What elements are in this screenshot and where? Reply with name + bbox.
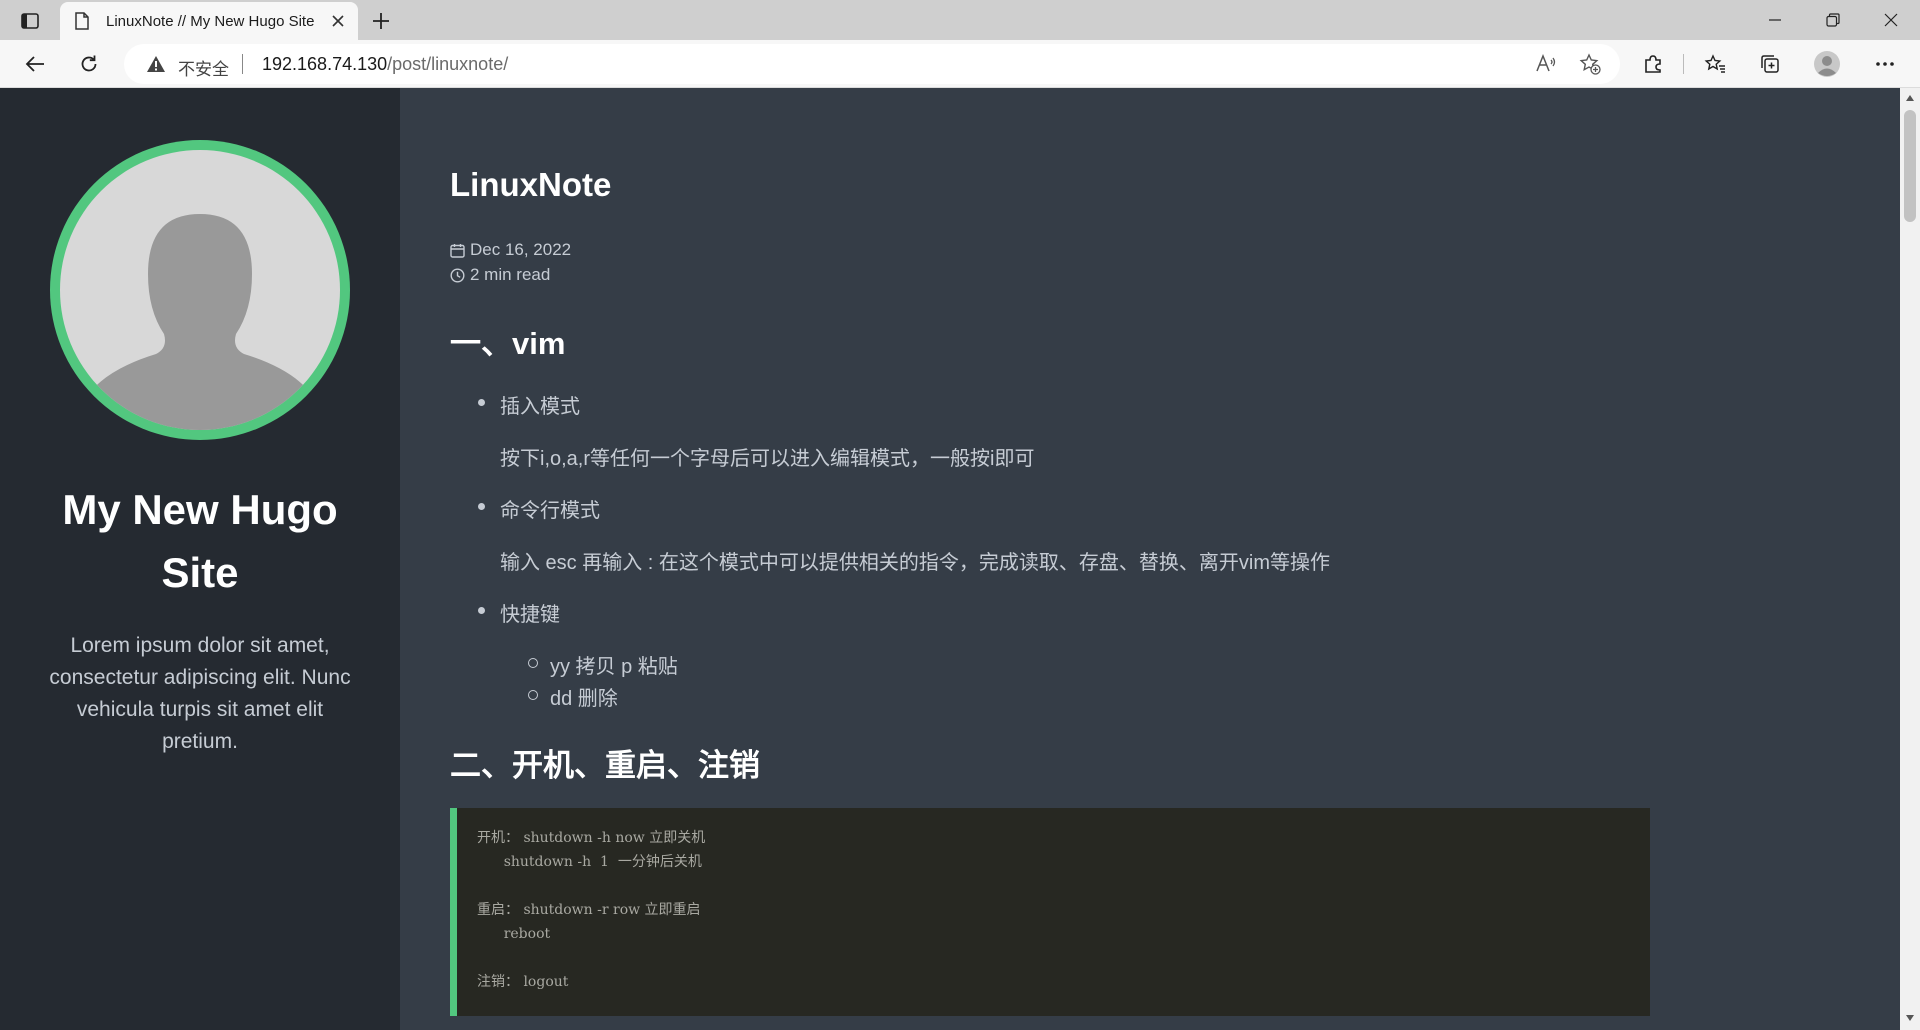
toolbar-divider xyxy=(1683,54,1684,74)
triangle-down-icon xyxy=(1906,1015,1914,1021)
restore-icon xyxy=(1826,13,1840,27)
browser-toolbar: 不安全 192.168.74.130/post/linuxnote/ xyxy=(0,40,1920,88)
tab-bar: LinuxNote // My New Hugo Site xyxy=(0,0,1920,40)
puzzle-icon xyxy=(1645,55,1661,73)
add-favorite-button[interactable] xyxy=(1574,49,1606,79)
restore-button[interactable] xyxy=(1804,0,1862,40)
refresh-button[interactable] xyxy=(72,48,106,80)
minimize-icon xyxy=(1769,19,1781,21)
profile-button[interactable] xyxy=(1810,48,1844,80)
site-description: Lorem ipsum dolor sit amet, consectetur … xyxy=(49,634,351,753)
read-aloud-icon xyxy=(1536,54,1556,72)
more-icon xyxy=(1876,62,1894,66)
url-text[interactable]: 192.168.74.130/post/linuxnote/ xyxy=(262,54,508,75)
refresh-icon xyxy=(81,55,97,72)
list-item-description: 按下i,o,a,r等任何一个字母后可以进入编辑模式，一般按i即可 xyxy=(500,448,1035,470)
collections-button[interactable] xyxy=(1753,48,1787,80)
avatar-placeholder-icon xyxy=(86,214,314,430)
insecure-label[interactable]: 不安全 xyxy=(178,55,229,80)
post-date: Dec 16, 2022 xyxy=(450,240,571,260)
scroll-thumb[interactable] xyxy=(1904,110,1916,222)
avatar-ring xyxy=(50,140,350,440)
post-content: LinuxNote Dec 16, 2022 2 min read 一、vim … xyxy=(400,88,1900,1030)
warning-icon[interactable] xyxy=(146,55,166,73)
tab-actions-icon xyxy=(21,13,39,29)
list-bullet xyxy=(478,399,485,406)
list-item-shortcuts: 快捷键 xyxy=(500,604,560,626)
extensions-button[interactable] xyxy=(1636,48,1670,80)
post-read-time: 2 min read xyxy=(450,265,550,285)
sublist-item: yy 拷贝 p 粘贴 xyxy=(550,656,678,678)
list-item-command-mode: 命令行模式 xyxy=(500,500,600,522)
site-title[interactable]: My New Hugo Site xyxy=(20,478,380,604)
sublist-bullet xyxy=(528,658,538,668)
sublist-item: dd 删除 xyxy=(550,688,618,710)
favorites-button[interactable] xyxy=(1698,48,1732,80)
favorites-icon xyxy=(1704,54,1725,73)
calendar-icon xyxy=(450,243,465,258)
list-item-insert-mode: 插入模式 xyxy=(500,396,580,418)
post-title: LinuxNote xyxy=(450,166,612,203)
arrow-left-icon xyxy=(25,56,44,72)
tab-title: LinuxNote // My New Hugo Site xyxy=(106,13,315,30)
minimize-button[interactable] xyxy=(1746,0,1804,40)
list-bullet xyxy=(478,503,485,510)
clock-icon xyxy=(450,267,465,283)
read-time-text: 2 min read xyxy=(470,265,551,284)
new-tab-button[interactable] xyxy=(366,6,396,36)
list-item-description: 输入 esc 再输入 : 在这个模式中可以提供相关的指令，完成读取、存盘、替换、… xyxy=(500,552,1331,574)
close-window-button[interactable] xyxy=(1862,0,1920,40)
star-add-icon xyxy=(1579,53,1601,75)
section-heading-power: 二、开机、重启、注销 xyxy=(450,748,760,783)
tab-actions-button[interactable] xyxy=(14,8,46,34)
url-path: /post/linuxnote/ xyxy=(387,54,509,74)
close-icon xyxy=(1884,13,1898,27)
back-button[interactable] xyxy=(18,48,52,80)
code-text: 开机： shutdown -h now 立即关机 shutdown -h 1 一… xyxy=(477,830,706,990)
scroll-up-button[interactable] xyxy=(1904,92,1916,104)
browser-tab[interactable]: LinuxNote // My New Hugo Site xyxy=(60,2,358,40)
tab-close-button[interactable] xyxy=(328,11,348,31)
code-block[interactable]: 开机： shutdown -h now 立即关机 shutdown -h 1 一… xyxy=(450,808,1650,1016)
triangle-up-icon xyxy=(1906,95,1914,101)
avatar[interactable] xyxy=(60,150,340,430)
url-host: 192.168.74.130 xyxy=(262,54,388,74)
profile-avatar-icon xyxy=(1814,51,1840,77)
list-bullet xyxy=(478,607,485,614)
close-icon xyxy=(332,15,344,27)
collections-icon xyxy=(1761,55,1779,73)
section-heading-vim: 一、vim xyxy=(450,326,566,361)
page-scrollbar[interactable] xyxy=(1900,88,1920,1030)
page-icon xyxy=(75,12,89,30)
read-aloud-button[interactable] xyxy=(1530,49,1562,79)
post-date-text: Dec 16, 2022 xyxy=(470,240,572,259)
sublist-bullet xyxy=(528,690,538,700)
more-menu-button[interactable] xyxy=(1868,48,1902,80)
plus-icon xyxy=(373,13,389,29)
sidebar: My New Hugo Site Lorem ipsum dolor sit a… xyxy=(0,88,400,1030)
scroll-down-button[interactable] xyxy=(1904,1012,1916,1024)
address-bar[interactable]: 不安全 192.168.74.130/post/linuxnote/ xyxy=(124,44,1620,84)
address-separator xyxy=(242,54,243,74)
